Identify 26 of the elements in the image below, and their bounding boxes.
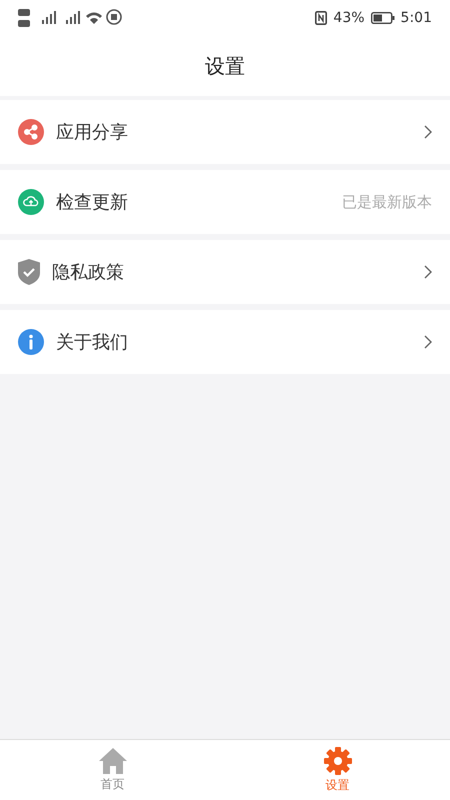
settings-icon <box>324 746 352 774</box>
row-label: 应用分享 <box>56 121 129 144</box>
tab-label: 设置 <box>326 776 350 794</box>
version-status: 已是最新版本 <box>342 192 432 212</box>
row-label: 检查更新 <box>56 191 129 214</box>
row-label: 关于我们 <box>56 331 129 354</box>
chevron-right-icon <box>424 335 432 349</box>
battery-percent: 43% <box>333 10 365 26</box>
chevron-right-icon <box>424 125 432 139</box>
page-title: 设置 <box>205 52 245 80</box>
clock-time: 5:01 <box>400 10 432 26</box>
tab-label: 首页 <box>100 776 124 792</box>
chevron-right-icon <box>424 265 432 279</box>
settings-row[interactable]: 检查更新 已是最新版本 <box>0 170 450 234</box>
info-icon <box>18 329 44 355</box>
settings-row[interactable]: 隐私政策 <box>0 240 450 304</box>
settings-row[interactable]: 应用分享 <box>0 100 450 164</box>
nav-tab[interactable]: 首页 <box>0 740 225 800</box>
home-icon <box>98 748 126 774</box>
settings-row[interactable]: 关于我们 <box>0 310 450 374</box>
nfc-icon <box>315 11 328 25</box>
cloud-upload-icon <box>18 189 44 215</box>
battery-icon <box>370 12 395 24</box>
share-icon <box>18 119 44 145</box>
row-label: 隐私政策 <box>52 261 125 284</box>
shield-check-icon <box>18 259 40 285</box>
